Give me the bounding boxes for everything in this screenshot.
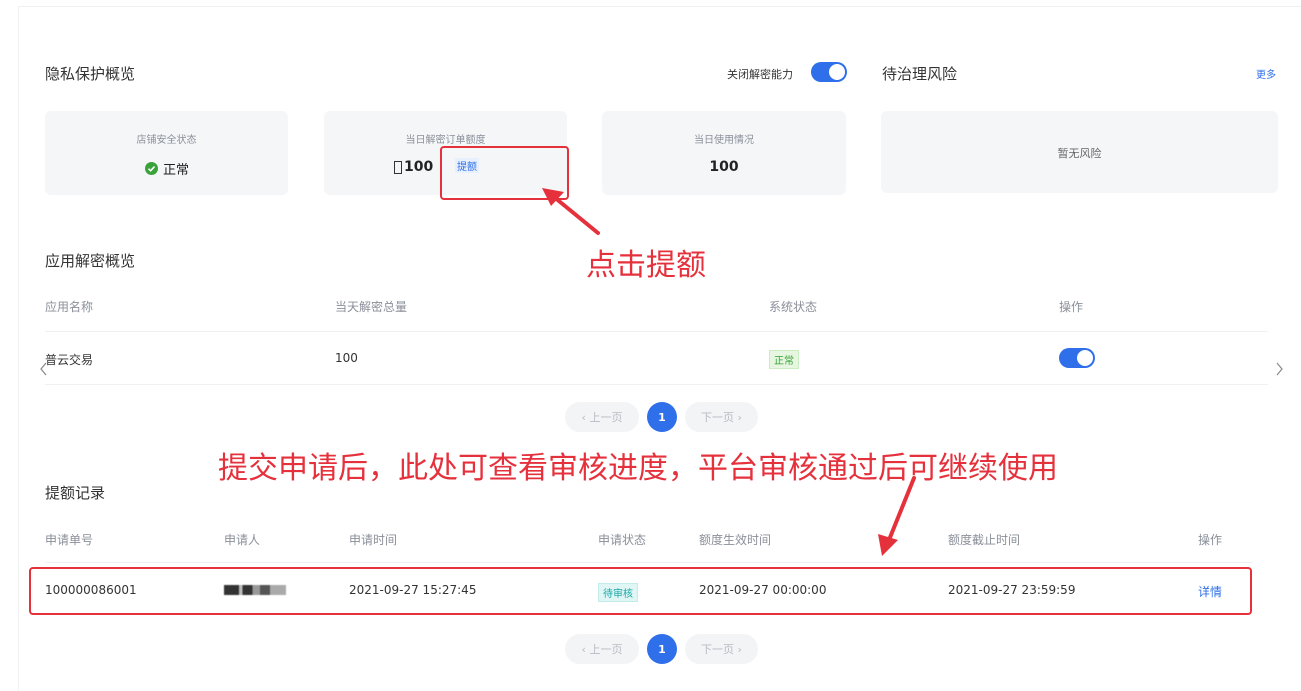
records-header-end: 额度截止时间 <box>948 533 1021 547</box>
arrow-icon <box>878 476 916 556</box>
annotation-click-tip: 点击提额 <box>586 248 706 283</box>
apps-next-page-button[interactable]: 下一页 › <box>685 402 758 432</box>
record-end-time: 2021-09-27 23:59:59 <box>948 583 1076 597</box>
usage-value: 100 <box>709 159 739 175</box>
quota-label: 当日解密订单额度 <box>405 135 486 146</box>
decrypt-toggle[interactable] <box>811 62 847 82</box>
left-divider <box>18 6 19 691</box>
app-toggle[interactable] <box>1059 348 1095 368</box>
records-header-action: 操作 <box>1198 533 1223 547</box>
annotation-submit-tip: 提交申请后，此处可查看审核进度，平台审核通过后可继续使用 <box>218 451 1058 486</box>
risk-empty-text: 暂无风险 <box>1057 147 1102 160</box>
chevron-left-icon[interactable] <box>40 362 48 376</box>
records-header-start: 额度生效时间 <box>699 533 772 547</box>
usage-label: 当日使用情况 <box>694 135 754 146</box>
app-total: 100 <box>335 351 358 365</box>
privacy-title: 隐私保护概览 <box>45 65 136 83</box>
quota-value: 100 <box>404 159 434 175</box>
apps-header-action: 操作 <box>1059 300 1084 314</box>
records-title: 提额记录 <box>45 484 106 502</box>
toggle-knob <box>829 64 845 80</box>
shop-status-row: 正常 <box>145 159 189 178</box>
record-start-time: 2021-09-27 00:00:00 <box>699 583 827 597</box>
record-time: 2021-09-27 15:27:45 <box>349 583 477 597</box>
apps-header-total: 当天解密总量 <box>335 300 408 314</box>
record-detail-link[interactable]: 详情 <box>1198 583 1222 600</box>
apps-page-1-button[interactable]: 1 <box>647 402 677 432</box>
apps-header-status: 系统状态 <box>769 300 818 314</box>
app-name: 普云交易 <box>45 353 94 367</box>
apps-header-divider <box>45 331 1268 332</box>
apps-header-name: 应用名称 <box>45 300 94 314</box>
records-header-status: 申请状态 <box>598 533 647 547</box>
shop-status-value: 正常 <box>163 163 190 178</box>
records-prev-page-button[interactable]: ‹ 上一页 <box>565 634 639 664</box>
record-id: 100000086001 <box>45 583 137 597</box>
risk-card: 暂无风险 <box>881 111 1278 193</box>
records-header-id: 申请单号 <box>45 533 94 547</box>
records-header-divider <box>45 562 1253 563</box>
missing-glyph-icon <box>394 160 402 174</box>
apps-title: 应用解密概览 <box>45 252 136 270</box>
records-header-applicant: 申请人 <box>224 533 261 547</box>
check-circle-icon <box>145 162 158 175</box>
app-status-badge: 正常 <box>769 350 799 369</box>
shop-status-label: 店铺安全状态 <box>136 135 197 146</box>
top-divider <box>18 6 1301 7</box>
quota-value-row: 100 <box>394 159 433 175</box>
apps-row-divider <box>45 384 1268 385</box>
arrow-icon <box>542 188 600 235</box>
records-page-1-button[interactable]: 1 <box>647 634 677 664</box>
record-status-badge: 待审核 <box>598 583 638 602</box>
records-next-page-button[interactable]: 下一页 › <box>685 634 758 664</box>
apps-prev-page-button[interactable]: ‹ 上一页 <box>565 402 639 432</box>
toggle-knob <box>1077 350 1093 366</box>
decrypt-toggle-label: 关闭解密能力 <box>727 68 793 81</box>
records-header-time: 申请时间 <box>349 533 398 547</box>
shop-status-card: 店铺安全状态 正常 <box>45 111 288 195</box>
usage-card: 当日使用情况 100 <box>602 111 846 195</box>
chevron-right-icon[interactable] <box>1275 362 1283 376</box>
applicant-masked <box>224 585 286 595</box>
risk-more-link[interactable]: 更多 <box>1256 66 1276 81</box>
risk-title: 待治理风险 <box>882 65 958 83</box>
